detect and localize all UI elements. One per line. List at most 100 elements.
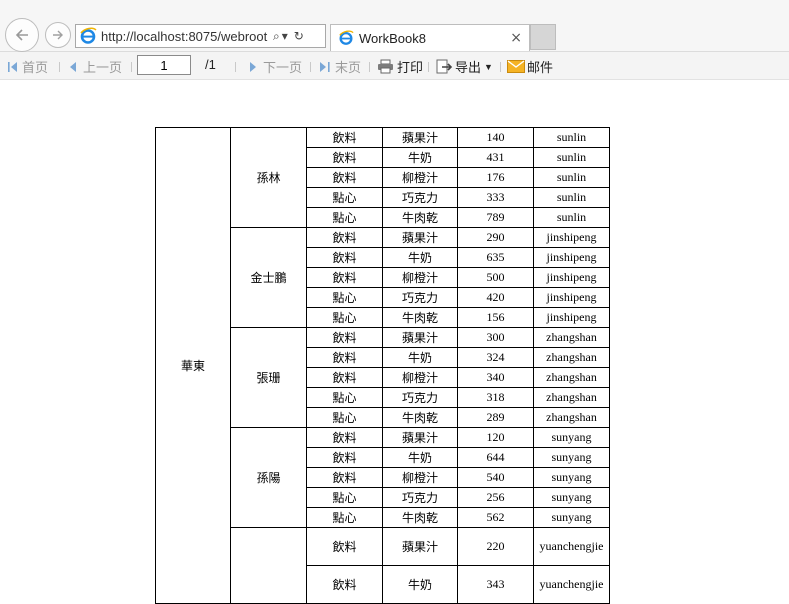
product-cell: 牛奶 [382,147,458,168]
url-text[interactable]: http://localhost:8075/webroot [101,29,271,44]
category-cell: 點心 [306,207,383,228]
category-cell: 點心 [306,387,383,408]
account-cell: jinshipeng [533,307,610,328]
quantity-cell: 540 [457,467,534,488]
dropdown-icon[interactable]: ▾ [282,29,288,43]
quantity-cell: 318 [457,387,534,408]
region-cell: 華東 [155,127,231,604]
search-icon[interactable]: ⌕ [273,29,280,44]
first-page-button[interactable]: 首页 [7,57,48,76]
next-page-label: 下一页 [263,60,303,75]
print-button[interactable]: 打印 [377,57,423,76]
quantity-cell: 500 [457,267,534,288]
mail-label: 邮件 [527,60,554,75]
forward-button[interactable] [45,22,71,48]
table-row: 華東 孫林 飲料 蘋果汁 140 sunlin [155,127,610,604]
quantity-cell: 635 [457,247,534,268]
quantity-cell: 343 [457,565,534,604]
product-cell: 牛奶 [382,565,458,604]
category-cell: 飲料 [306,327,383,348]
product-cell: 蘋果汁 [382,327,458,348]
product-cell: 蘋果汁 [382,427,458,448]
category-cell: 點心 [306,187,383,208]
category-cell: 點心 [306,507,383,528]
quantity-cell: 340 [457,367,534,388]
print-label: 打印 [397,60,424,75]
next-page-button[interactable]: 下一页 [248,57,302,76]
category-cell: 飲料 [306,267,383,288]
product-cell: 蘋果汁 [382,227,458,248]
report-toolbar: 首页 上一页 /1 下一页 末页 打印 导出 ▼ 邮件 [0,52,789,80]
account-cell: jinshipeng [533,287,610,308]
divider [369,62,370,72]
last-page-button[interactable]: 末页 [318,57,361,76]
quantity-cell: 140 [457,127,534,148]
page-number-input[interactable] [137,55,191,75]
category-cell: 飲料 [306,347,383,368]
close-tab-icon[interactable]: × [510,30,522,46]
page-total: /1 [205,57,216,72]
export-dropdown-icon: ▼ [484,61,493,72]
quantity-cell: 324 [457,347,534,368]
category-cell: 飲料 [306,447,383,468]
quantity-cell: 789 [457,207,534,228]
quantity-cell: 120 [457,427,534,448]
back-button[interactable] [5,18,39,52]
salesperson-cell: 孫林 [230,127,307,228]
prev-page-button[interactable]: 上一页 [68,57,122,76]
quantity-cell: 420 [457,287,534,308]
account-cell: jinshipeng [533,247,610,268]
quantity-cell: 644 [457,447,534,468]
mail-button[interactable]: 邮件 [507,57,553,76]
first-page-icon [8,61,17,72]
tab-workbook8[interactable]: WorkBook8 × [330,24,530,51]
category-cell: 點心 [306,307,383,328]
account-cell: yuanchengjie [533,565,610,604]
quantity-cell: 220 [457,527,534,566]
divider [310,62,311,72]
category-cell: 飲料 [306,127,383,148]
salesperson-cell: 金士鵬 [230,227,307,328]
category-cell: 點心 [306,287,383,308]
prev-page-icon [70,61,76,72]
product-cell: 牛肉乾 [382,507,458,528]
category-cell: 飲料 [306,427,383,448]
category-cell: 飲料 [306,227,383,248]
product-cell: 巧克力 [382,487,458,508]
account-cell: zhangshan [533,347,610,368]
account-cell: sunlin [533,187,610,208]
ie-logo-icon [339,30,354,45]
product-cell: 柳橙汁 [382,467,458,488]
mail-icon [507,60,525,73]
address-bar[interactable]: http://localhost:8075/webroot ⌕ ▾ ↻ [75,24,326,48]
export-button[interactable]: 导出 ▼ [436,57,493,76]
report-table: 華東 孫林 飲料 蘋果汁 140 sunlin 飲料 牛奶 431 sunlin 飲料 柳橙汁 176 s… [155,127,610,604]
first-page-label: 首页 [22,60,49,75]
refresh-icon[interactable]: ↻ [294,29,304,43]
category-cell: 飲料 [306,467,383,488]
product-cell: 牛肉乾 [382,207,458,228]
salesperson-cell: 孫陽 [230,427,307,528]
forward-arrow-icon [53,30,63,40]
salesperson-cell: 張珊 [230,327,307,428]
product-cell: 牛奶 [382,447,458,468]
browser-chrome: http://localhost:8075/webroot ⌕ ▾ ↻ Work… [0,0,789,52]
product-cell: 牛奶 [382,347,458,368]
product-cell: 柳橙汁 [382,367,458,388]
product-cell: 牛奶 [382,247,458,268]
printer-icon [378,59,393,74]
account-cell: jinshipeng [533,267,610,288]
product-cell: 柳橙汁 [382,167,458,188]
product-cell: 巧克力 [382,187,458,208]
category-cell: 飲料 [306,247,383,268]
category-cell: 點心 [306,487,383,508]
divider [59,62,60,72]
new-tab-button[interactable] [530,24,556,50]
product-cell: 蘋果汁 [382,127,458,148]
account-cell: zhangshan [533,407,610,428]
category-cell: 飲料 [306,147,383,168]
product-cell: 巧克力 [382,387,458,408]
export-label: 导出 [455,60,482,75]
quantity-cell: 289 [457,407,534,428]
product-cell: 牛肉乾 [382,407,458,428]
